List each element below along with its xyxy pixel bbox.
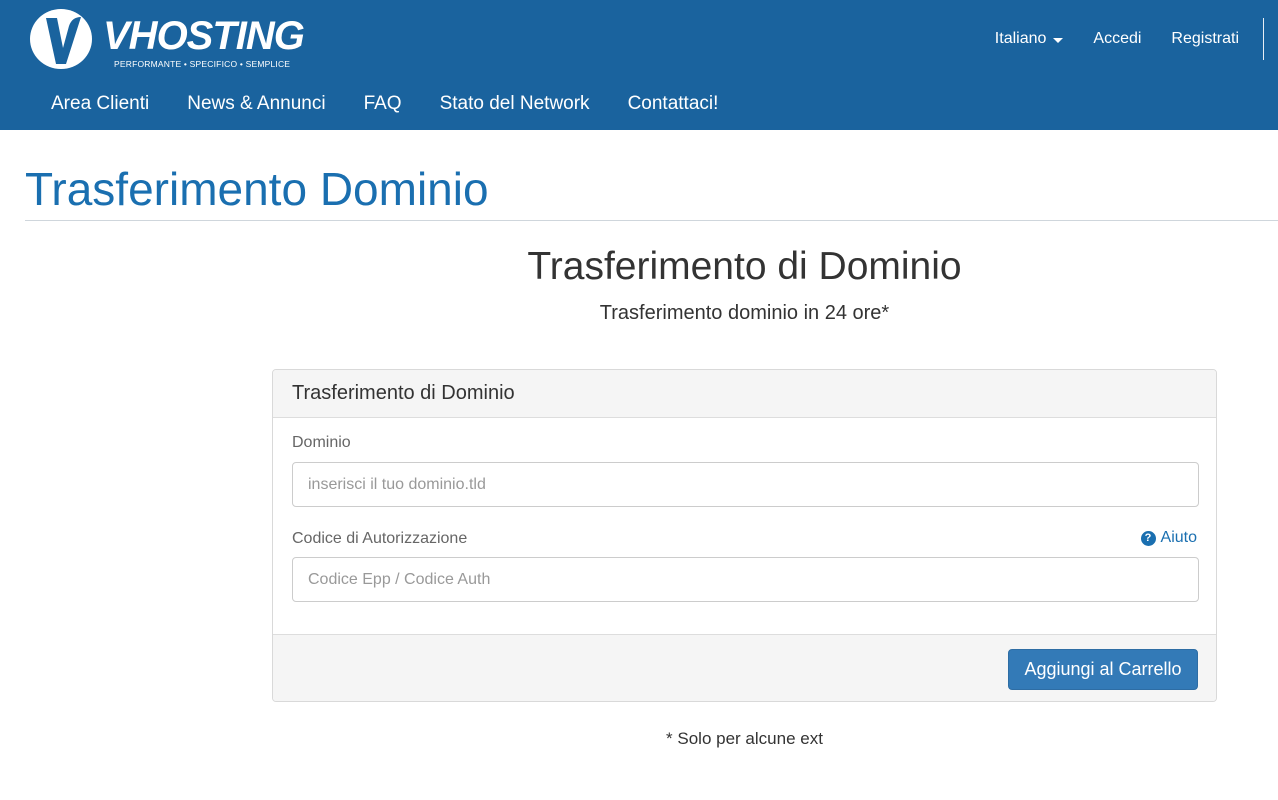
section-heading: Trasferimento di Dominio (527, 245, 962, 288)
help-label: Aiuto (1160, 529, 1197, 546)
language-label: Italiano (994, 30, 1047, 47)
transfer-panel: Trasferimento di Dominio Dominio Codice … (272, 369, 1217, 702)
register-link[interactable]: Registrati (1171, 30, 1239, 48)
logo-v-icon (30, 9, 92, 69)
title-divider (25, 220, 1278, 221)
auth-code-label: Codice di Autorizzazione (292, 530, 468, 547)
vhosting-logo[interactable]: VHOSTING PERFORMANTE • SPECIFICO • SEMPL… (30, 8, 305, 74)
panel-title: Trasferimento di Dominio (273, 370, 1216, 418)
account-links: Italiano Accedi Registrati (965, 18, 1264, 60)
site-header: VHOSTING PERFORMANTE • SPECIFICO • SEMPL… (0, 0, 1278, 130)
help-link[interactable]: ? Aiuto (1140, 529, 1197, 547)
nav-item-news[interactable]: News & Annunci (187, 93, 325, 115)
add-to-cart-button[interactable]: Aggiungi al Carrello (1008, 649, 1198, 690)
domain-label: Dominio (292, 434, 351, 451)
main-nav: Area Clienti News & Annunci FAQ Stato de… (51, 93, 756, 115)
auth-code-input[interactable] (292, 557, 1199, 602)
logo-wordmark: VHOSTING (103, 14, 305, 58)
nav-item-area-clienti[interactable]: Area Clienti (51, 93, 149, 115)
nav-item-network-status[interactable]: Stato del Network (440, 93, 590, 115)
logo-tagline: PERFORMANTE • SPECIFICO • SEMPLICE (114, 59, 291, 69)
footnote: * Solo per alcune ext (666, 729, 823, 748)
nav-item-faq[interactable]: FAQ (364, 93, 402, 115)
nav-item-contact[interactable]: Contattaci! (628, 93, 719, 115)
caret-down-icon (1053, 37, 1064, 43)
header-divider (1263, 18, 1264, 60)
domain-input[interactable] (292, 462, 1199, 507)
login-link[interactable]: Accedi (1093, 30, 1141, 48)
panel-footer: Aggiungi al Carrello (273, 634, 1216, 701)
language-dropdown[interactable]: Italiano (995, 30, 1064, 48)
panel-body: Dominio Codice di Autorizzazione ? Aiuto (273, 418, 1216, 634)
question-circle-icon: ? (1140, 530, 1156, 546)
page-title: Trasferimento Dominio (25, 163, 489, 215)
section-subheading: Trasferimento dominio in 24 ore* (599, 302, 890, 324)
